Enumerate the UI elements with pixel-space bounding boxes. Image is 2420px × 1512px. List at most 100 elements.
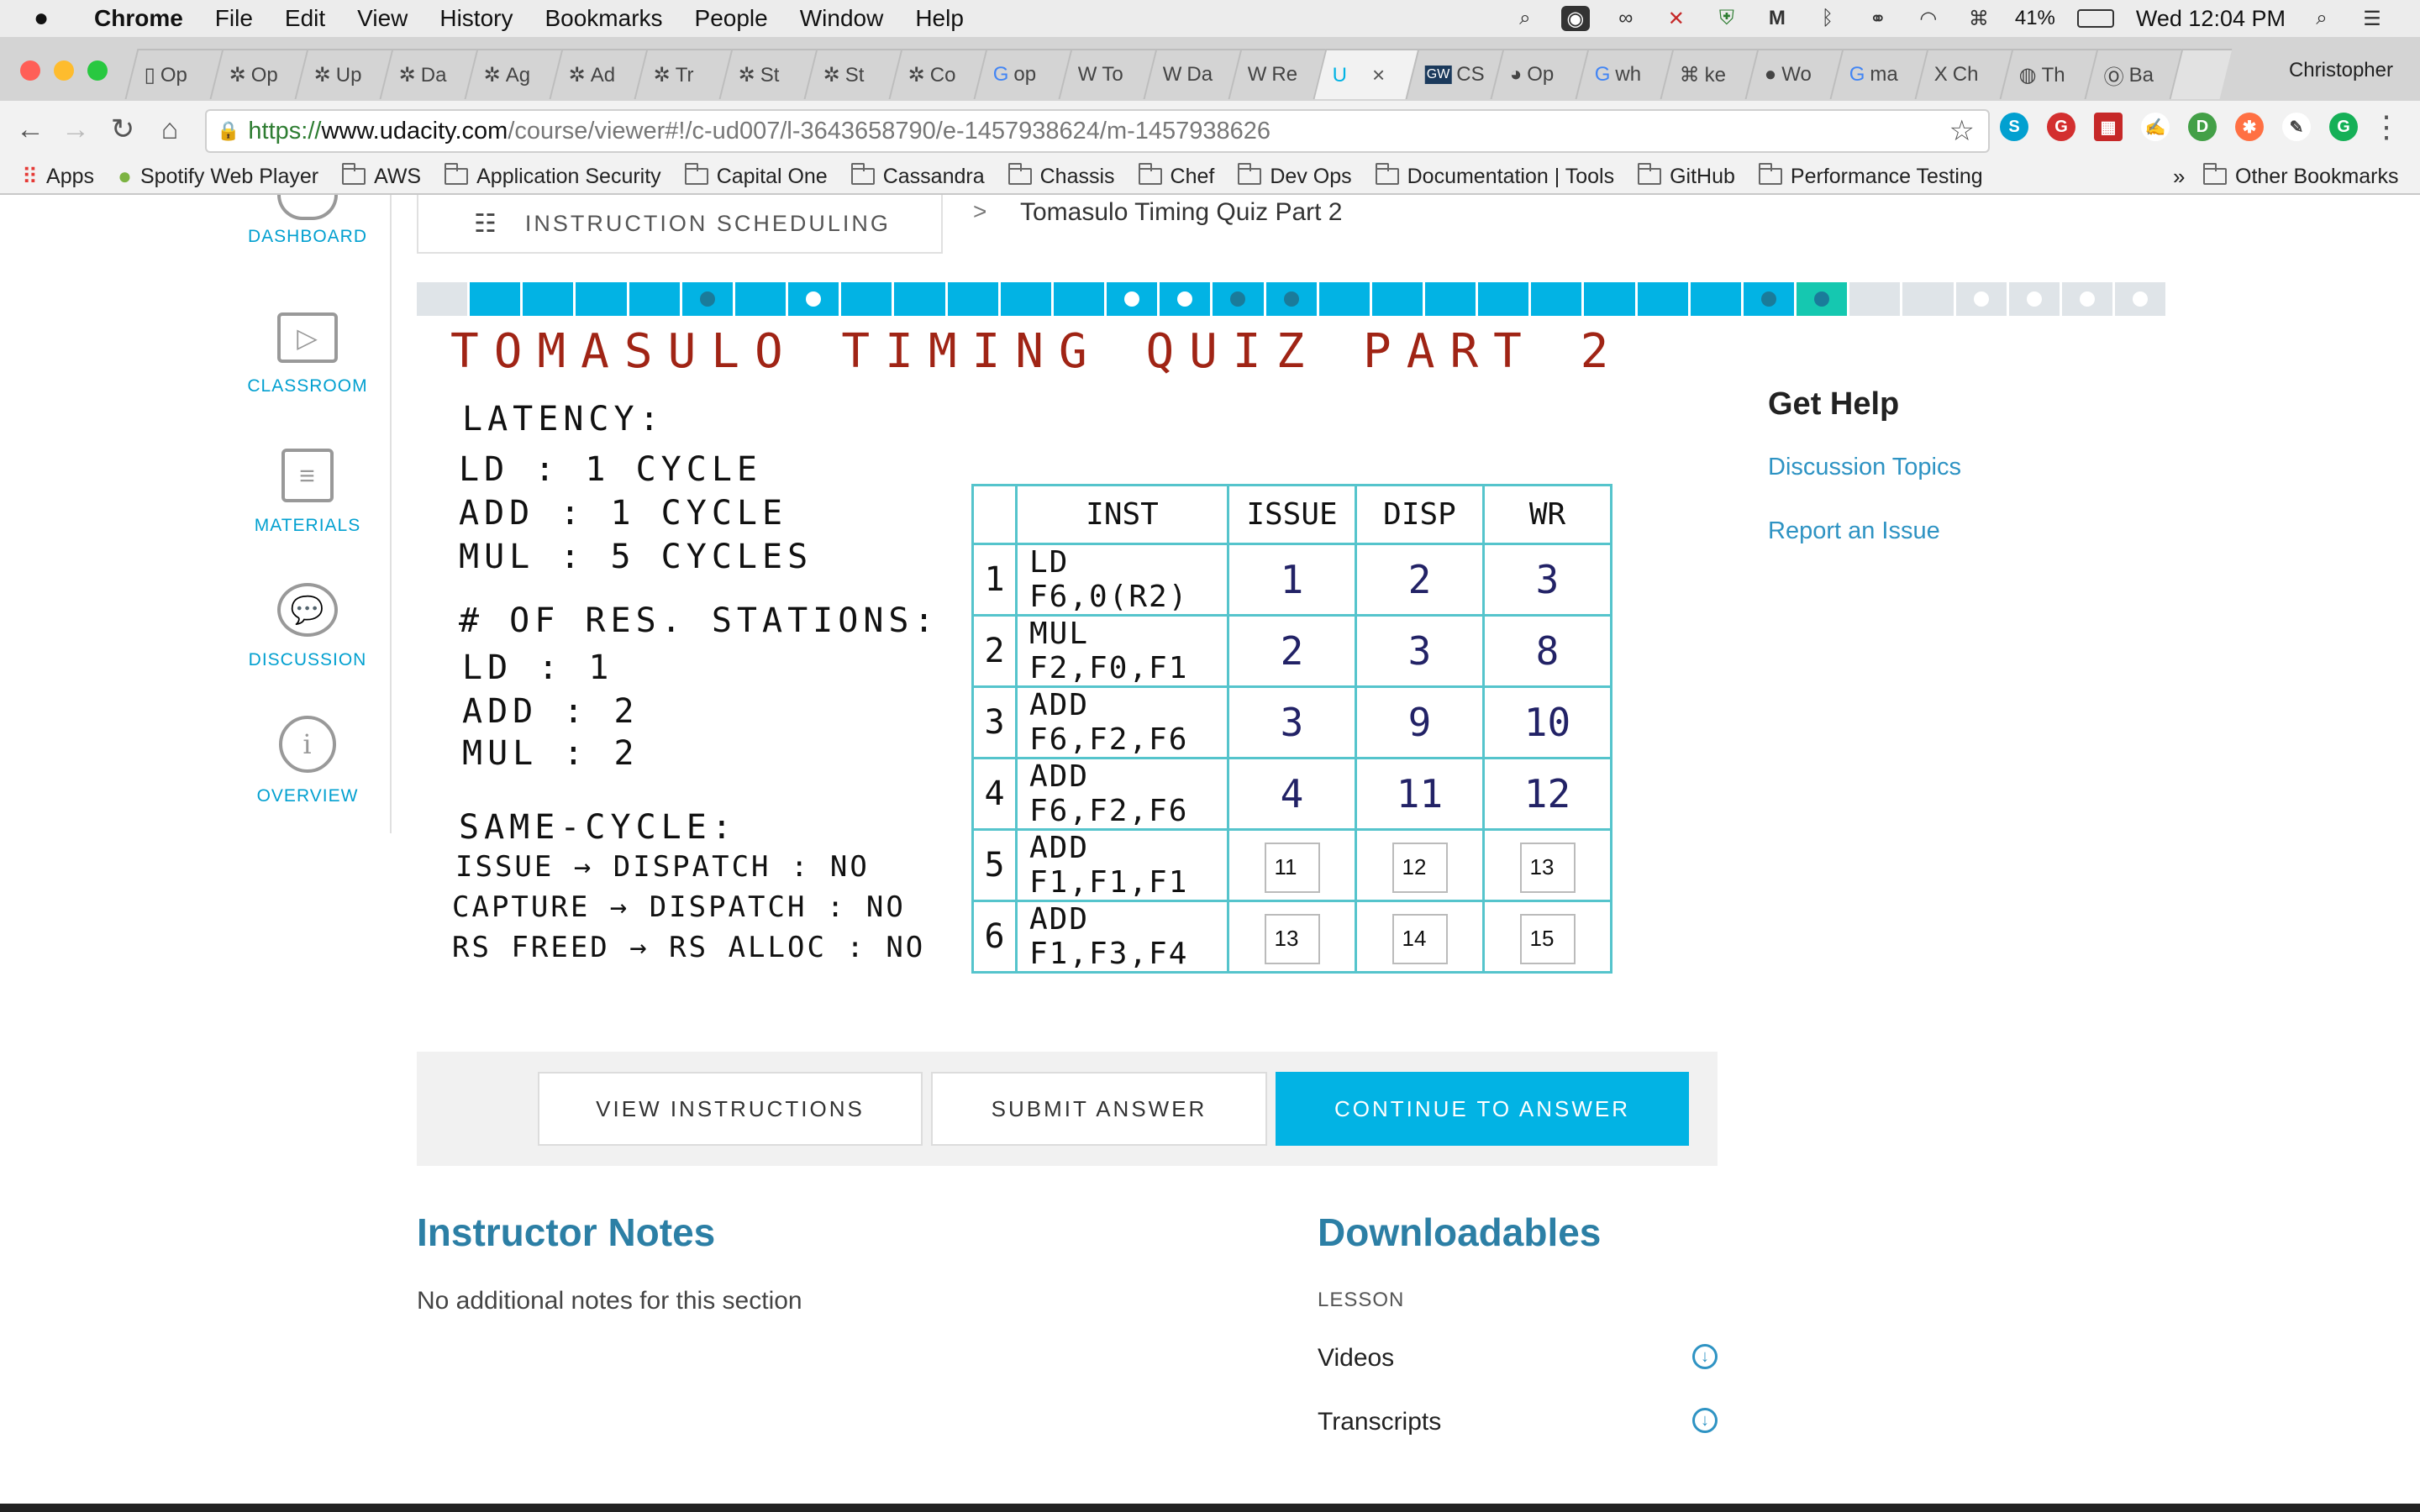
browser-tab[interactable]: Gma	[1829, 49, 1928, 99]
progress-segment[interactable]	[1797, 282, 1848, 316]
bookmark-item[interactable]: Chef	[1138, 163, 1214, 189]
browser-tab[interactable]: ✲ Ad	[549, 49, 647, 99]
tab-active[interactable]: U ×	[1313, 49, 1418, 99]
signature-extension-icon[interactable]: ✍	[2141, 113, 2170, 141]
menu-file[interactable]: File	[215, 5, 253, 32]
skype-extension-icon[interactable]: S	[2000, 113, 2028, 141]
progress-segment[interactable]	[1318, 282, 1370, 316]
browser-tab[interactable]: Ⓞ Ba	[2084, 49, 2182, 99]
menu-edit[interactable]: Edit	[285, 5, 325, 32]
browser-tab[interactable]: ✲ Op	[209, 49, 308, 99]
download-transcripts[interactable]: Transcripts ↓	[1318, 1408, 1718, 1436]
progress-segment[interactable]	[1213, 282, 1264, 316]
menu-help[interactable]: Help	[915, 5, 964, 32]
address-bar[interactable]: 🔒 https:// www.udacity.com /course/viewe…	[205, 109, 1990, 153]
progress-segment[interactable]	[1160, 282, 1211, 316]
browser-tab[interactable]: ▯ Op	[124, 49, 223, 99]
progress-segment[interactable]	[1107, 282, 1158, 316]
bookmark-item[interactable]: Chassis	[1007, 163, 1115, 189]
glasses-icon[interactable]: ∞	[1612, 6, 1640, 31]
progress-segment[interactable]	[1424, 282, 1476, 316]
progress-segment[interactable]	[629, 282, 680, 316]
progress-segment[interactable]	[1902, 282, 1954, 316]
browser-tab[interactable]: X Ch	[1914, 49, 2012, 99]
progress-segment[interactable]	[1000, 282, 1051, 316]
answer-input-issue[interactable]: 11	[1264, 842, 1320, 893]
browser-tab[interactable]: W To	[1058, 49, 1156, 99]
answer-input-disp[interactable]: 14	[1392, 913, 1448, 964]
menu-app-name[interactable]: Chrome	[94, 5, 183, 32]
chrome-menu-icon[interactable]: ⋮	[2371, 109, 2402, 144]
progress-segment[interactable]	[1478, 282, 1529, 316]
notification-list-icon[interactable]: ☰	[2358, 6, 2386, 31]
progress-segment[interactable]	[2008, 282, 2060, 316]
report-issue-link[interactable]: Report an Issue	[1768, 517, 1940, 545]
minimize-window-button[interactable]	[54, 60, 74, 81]
bookmark-item[interactable]: GitHub	[1638, 163, 1735, 189]
progress-segment[interactable]	[417, 282, 468, 316]
nav-materials[interactable]: ≡ MATERIALS	[227, 449, 388, 536]
lock-icon[interactable]: 🔒	[217, 120, 239, 142]
back-button[interactable]: ←	[12, 111, 49, 148]
battery-icon[interactable]	[2076, 9, 2114, 28]
progress-segment[interactable]	[2061, 282, 2112, 316]
binoculars-icon[interactable]: ⚭	[1864, 6, 1892, 31]
gmail-extension-icon[interactable]: G	[2047, 113, 2075, 141]
bookmark-item[interactable]: Application Security	[445, 163, 661, 189]
progress-segment[interactable]	[1531, 282, 1582, 316]
progress-segment[interactable]	[1265, 282, 1317, 316]
answer-input-disp[interactable]: 12	[1392, 842, 1448, 893]
grammarly-extension-icon[interactable]: G	[2329, 113, 2358, 141]
close-tab-icon[interactable]: ×	[1372, 62, 1385, 88]
progress-segment[interactable]	[1371, 282, 1423, 316]
progress-segment[interactable]	[1849, 282, 1901, 316]
browser-tab[interactable]: ◍ Th	[1999, 49, 2097, 99]
zoom-window-button[interactable]	[87, 60, 108, 81]
bookmark-star-icon[interactable]: ☆	[1949, 114, 1975, 148]
orange-extension-icon[interactable]: ✱	[2235, 113, 2264, 141]
menu-history[interactable]: History	[439, 5, 513, 32]
nav-overview[interactable]: i OVERVIEW	[227, 716, 388, 806]
browser-tab[interactable]: ● Wo	[1744, 49, 1843, 99]
reload-button[interactable]: ↻	[104, 111, 141, 148]
nav-discussion[interactable]: 💬 DISCUSSION	[227, 583, 388, 670]
download-icon[interactable]: ↓	[1692, 1344, 1718, 1369]
discussion-topics-link[interactable]: Discussion Topics	[1768, 454, 1961, 481]
clock[interactable]: Wed 12:04 PM	[2136, 6, 2286, 32]
nav-classroom[interactable]: ▷ CLASSROOM	[227, 312, 388, 396]
browser-tab[interactable]: ⌘ ke	[1660, 49, 1758, 99]
view-instructions-button[interactable]: VIEW INSTRUCTIONS	[538, 1072, 923, 1146]
answer-input-issue[interactable]: 13	[1264, 913, 1320, 964]
progress-segment[interactable]	[1743, 282, 1795, 316]
download-videos[interactable]: Videos ↓	[1318, 1344, 1718, 1373]
continue-to-answer-button[interactable]: CONTINUE TO ANSWER	[1276, 1072, 1689, 1146]
progress-segment[interactable]	[1690, 282, 1741, 316]
m-icon[interactable]: M	[1763, 6, 1791, 31]
progress-segment[interactable]	[894, 282, 945, 316]
bookmarks-overflow-icon[interactable]: »	[2173, 164, 2185, 190]
progress-segment[interactable]	[681, 282, 733, 316]
keyboard-icon[interactable]: ⌘	[1965, 6, 1993, 31]
bookmark-item[interactable]: Performance Testing	[1758, 163, 1983, 189]
browser-tab[interactable]: ✲ Up	[294, 49, 392, 99]
progress-segment[interactable]	[470, 282, 521, 316]
apple-menu-icon[interactable]: ●	[34, 4, 60, 33]
browser-tab[interactable]: GW CS	[1405, 49, 1503, 99]
browser-tab[interactable]: ✲ Da	[379, 49, 477, 99]
progress-segment[interactable]	[947, 282, 998, 316]
close-window-button[interactable]	[20, 60, 40, 81]
progress-segment[interactable]	[1053, 282, 1105, 316]
record-icon[interactable]: ◉	[1560, 6, 1590, 31]
browser-tab[interactable]: ✲ Ag	[464, 49, 562, 99]
browser-tab[interactable]: ◕ Op	[1490, 49, 1588, 99]
answer-input-wr[interactable]: 13	[1519, 842, 1576, 893]
bookmark-item[interactable]: ● Spotify Web Player	[118, 163, 318, 190]
progress-segment[interactable]	[734, 282, 786, 316]
evernote-extension-icon[interactable]: ✎	[2282, 113, 2311, 141]
id-extension-icon[interactable]: D	[2188, 113, 2217, 141]
other-bookmarks[interactable]: Other Bookmarks	[2203, 163, 2399, 189]
browser-tab[interactable]: ✲ St	[718, 49, 817, 99]
progress-segment[interactable]	[576, 282, 627, 316]
submit-answer-button[interactable]: SUBMIT ANSWER	[931, 1072, 1267, 1146]
browser-tab[interactable]: Gop	[973, 49, 1071, 99]
